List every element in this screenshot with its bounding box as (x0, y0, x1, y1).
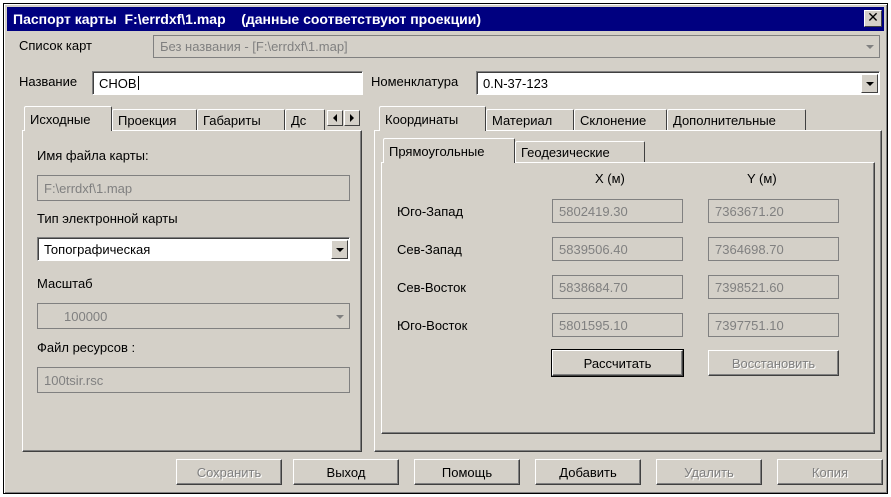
coord-row-label: Сев-Запад (397, 242, 462, 257)
restore-button-label: Восстановить (731, 355, 816, 371)
map-passport-dialog: Паспорт карты F:\errdxf\1.map (данные со… (3, 3, 888, 494)
text-caret (137, 76, 139, 90)
tab-scroll-right-button[interactable] (344, 110, 360, 126)
coord-row-label: Сев-Восток (397, 280, 466, 295)
scale-value: 100000 (64, 308, 108, 324)
name-value: СНОВ (99, 75, 137, 91)
calculate-button[interactable]: Рассчитать (551, 349, 684, 377)
coord-x-value: 5802419.30 (559, 203, 628, 219)
tab-scroll-left-button[interactable] (327, 110, 343, 126)
tab-more[interactable]: Дс (285, 109, 325, 131)
tab-additional-label: Дополнительные (673, 113, 776, 128)
save-button-label: Сохранить (196, 464, 262, 480)
chevron-down-icon (865, 81, 874, 86)
map-list-combo[interactable]: Без названия - [F:\errdxf\1.map] (153, 35, 880, 58)
map-list-dropdown-button[interactable] (861, 37, 878, 56)
tab-projection-label: Проекция (118, 113, 177, 128)
coord-y-field: 7363671.20 (708, 199, 839, 223)
nomenclature-combo[interactable]: 0.N-37-123 (476, 71, 880, 95)
coord-x-value: 5801595.10 (559, 317, 628, 333)
help-button-label: Помощь (441, 464, 493, 480)
map-type-combo[interactable]: Топографическая (37, 237, 350, 261)
tab-rectangular[interactable]: Прямоугольные (383, 138, 515, 163)
chevron-down-icon (335, 247, 344, 252)
add-button[interactable]: Добавить (535, 459, 641, 485)
map-type-dropdown-button[interactable] (331, 240, 348, 259)
source-panel: Имя файла карты: F:\errdxf\1.map Тип эле… (22, 130, 362, 452)
map-list-value: Без названия - [F:\errdxf\1.map] (160, 39, 348, 54)
title-bar[interactable]: Паспорт карты F:\errdxf\1.map (данные со… (7, 7, 884, 31)
coord-x-field: 5839506.40 (552, 237, 683, 261)
tab-additional[interactable]: Дополнительные (667, 109, 806, 131)
delete-button-label: Удалить (684, 464, 734, 480)
map-type-label: Тип электронной карты (37, 211, 178, 226)
nomenclature-value: 0.N-37-123 (483, 75, 549, 91)
tab-geodetic-label: Геодезические (521, 145, 610, 160)
help-button[interactable]: Помощь (414, 459, 520, 485)
tab-coordinates[interactable]: Координаты (379, 106, 486, 131)
map-list-label: Список карт (19, 38, 92, 53)
x-column-header: X (м) (595, 171, 625, 186)
arrow-left-icon (333, 114, 337, 122)
exit-button-label: Выход (326, 464, 366, 480)
coord-x-field: 5802419.30 (552, 199, 683, 223)
filename-field: F:\errdxf\1.map (37, 175, 350, 201)
coord-y-field: 7397751.10 (708, 313, 839, 337)
window-title: Паспорт карты F:\errdxf\1.map (данные со… (13, 11, 482, 27)
rectangular-coords-panel: X (м) Y (м) Юго-Запад 5802419.30 7363671… (381, 162, 875, 434)
tab-more-label: Дс (291, 113, 307, 128)
save-button[interactable]: Сохранить (176, 459, 282, 485)
tab-geodetic[interactable]: Геодезические (515, 141, 645, 163)
scale-label: Масштаб (37, 276, 93, 291)
tab-declination-label: Склонение (580, 113, 647, 128)
coord-y-value: 7363671.20 (715, 203, 784, 219)
coord-y-field: 7398521.60 (708, 275, 839, 299)
tab-material-label: Материал (492, 113, 553, 128)
scale-combo: 100000 (37, 303, 350, 329)
coord-y-value: 7397751.10 (715, 317, 784, 333)
coord-y-value: 7398521.60 (715, 279, 784, 295)
tab-coordinates-label: Координаты (385, 111, 459, 127)
coord-y-value: 7364698.70 (715, 241, 784, 257)
exit-button[interactable]: Выход (293, 459, 399, 485)
tab-projection[interactable]: Проекция (112, 109, 197, 131)
coord-x-field: 5838684.70 (552, 275, 683, 299)
tab-dimensions[interactable]: Габариты (197, 109, 285, 131)
add-button-label: Добавить (559, 464, 617, 480)
coord-x-field: 5801595.10 (552, 313, 683, 337)
coord-y-field: 7364698.70 (708, 237, 839, 261)
restore-button[interactable]: Восстановить (708, 350, 839, 376)
delete-button[interactable]: Удалить (656, 459, 762, 485)
nomenclature-label: Номенклатура (371, 74, 459, 89)
tab-declination[interactable]: Склонение (574, 109, 667, 131)
chevron-down-icon (335, 314, 344, 319)
resource-file-label: Файл ресурсов : (37, 340, 136, 355)
coord-row-label: Юго-Запад (397, 204, 464, 219)
resource-file-value: 100tsir.rsc (44, 372, 104, 388)
chevron-down-icon (865, 44, 874, 49)
copy-button-label: Копия (811, 464, 849, 480)
coord-x-value: 5838684.70 (559, 279, 628, 295)
tab-source[interactable]: Исходные (24, 106, 112, 131)
scale-dropdown-button (331, 307, 348, 326)
coord-x-value: 5839506.40 (559, 241, 628, 257)
y-column-header: Y (м) (747, 171, 777, 186)
tab-dimensions-label: Габариты (203, 113, 261, 128)
calculate-button-label: Рассчитать (583, 355, 652, 371)
tab-source-label: Исходные (30, 111, 91, 127)
name-input[interactable]: СНОВ (92, 71, 363, 95)
coord-row-label: Юго-Восток (397, 318, 468, 333)
nomenclature-dropdown-button[interactable] (861, 74, 878, 93)
resource-file-field: 100tsir.rsc (37, 367, 350, 393)
tab-rectangular-label: Прямоугольные (389, 143, 485, 159)
map-type-value: Топографическая (44, 241, 151, 257)
copy-button[interactable]: Копия (777, 459, 883, 485)
close-icon[interactable]: ✕ (864, 10, 882, 27)
filename-label: Имя файла карты: (37, 148, 149, 163)
coordinates-panel: Прямоугольные Геодезические X (м) Y (м) … (374, 130, 882, 452)
tab-material[interactable]: Материал (486, 109, 574, 131)
name-label: Название (19, 74, 78, 89)
filename-value: F:\errdxf\1.map (44, 180, 133, 196)
arrow-right-icon (350, 114, 354, 122)
